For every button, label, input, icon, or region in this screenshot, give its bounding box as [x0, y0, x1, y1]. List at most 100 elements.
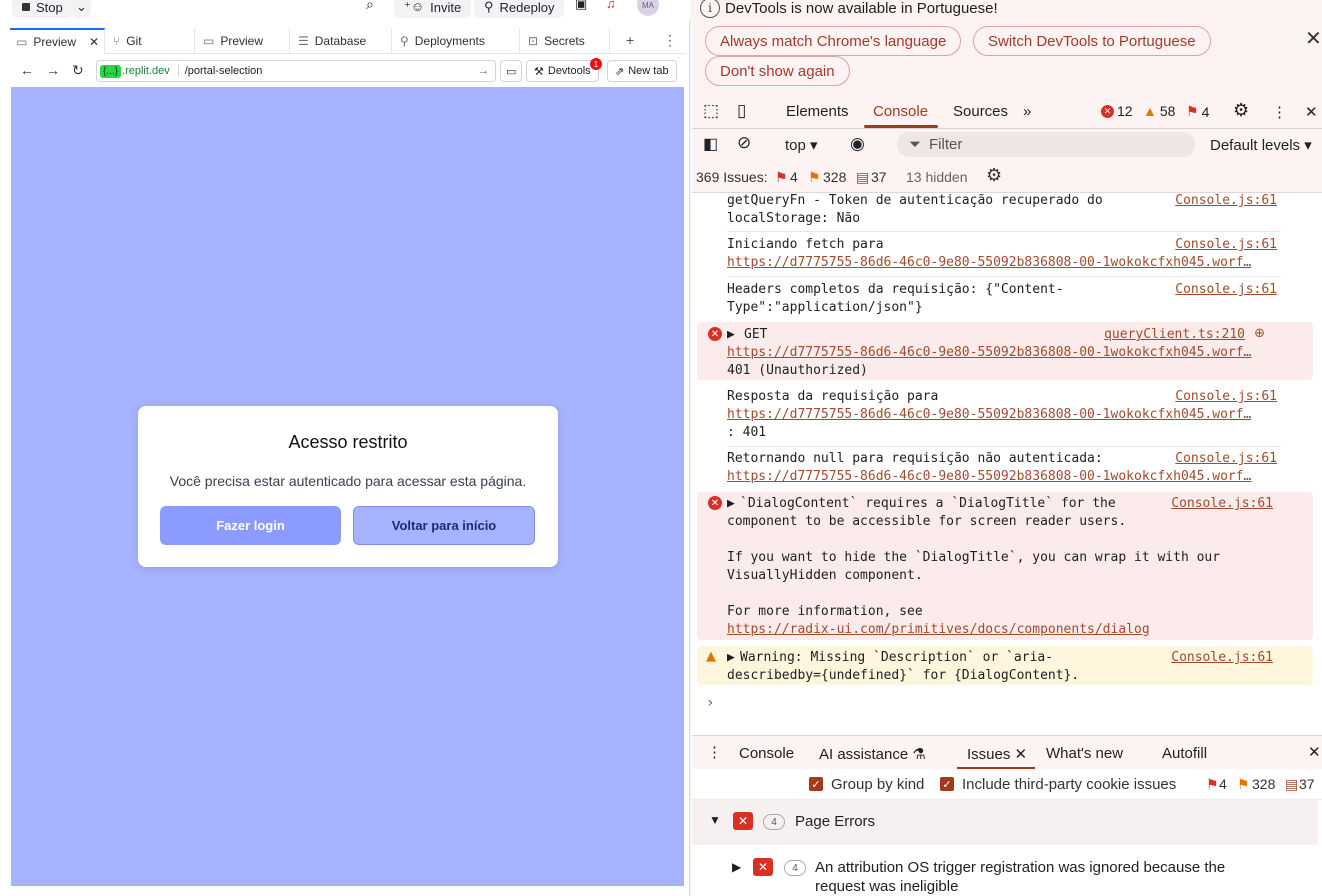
- third-party-checkbox[interactable]: ✓: [940, 777, 954, 791]
- more-vertical-icon[interactable]: ⋮: [1272, 103, 1287, 121]
- issue-item[interactable]: ▶ ✕ 4 An attribution OS trigger registra…: [692, 846, 1318, 896]
- tab-deployments[interactable]: ⚲ Deployments: [394, 28, 520, 54]
- invite-button[interactable]: ⁺☺ Invite: [394, 0, 472, 18]
- avatar[interactable]: MA: [637, 0, 659, 16]
- reload-icon[interactable]: ↻: [72, 62, 84, 79]
- sidebar-toggle-icon[interactable]: ◧: [703, 134, 718, 154]
- device-toolbar-icon[interactable]: ▯: [737, 101, 746, 121]
- url-input[interactable]: {...} .replit.dev /portal-selection →: [96, 60, 496, 82]
- message-url[interactable]: https://d7775755-86d6-46c0-9e80-55092b83…: [727, 255, 1282, 270]
- source-link[interactable]: Console.js:61: [1175, 193, 1277, 208]
- message-url[interactable]: https://radix-ui.com/primitives/docs/com…: [727, 622, 1282, 637]
- expand-triangle-icon[interactable]: ▶: [732, 860, 741, 874]
- expand-triangle-icon[interactable]: ▶: [727, 650, 735, 665]
- tab-label: Secrets: [544, 34, 585, 48]
- group-by-kind-checkbox[interactable]: ✓: [809, 777, 823, 791]
- source-link[interactable]: queryClient.ts:210: [1104, 327, 1245, 342]
- external-link-icon: ⇗: [615, 65, 625, 78]
- stop-button[interactable]: Stop: [12, 0, 73, 18]
- eye-icon[interactable]: ◉: [850, 134, 865, 154]
- tab-console[interactable]: Console: [873, 103, 928, 120]
- close-drawer-icon[interactable]: ✕: [1308, 743, 1321, 761]
- inspect-element-icon[interactable]: ⬚: [703, 101, 719, 121]
- page-errors-group[interactable]: ▼ ✕ 4 Page Errors: [692, 800, 1318, 845]
- copy-icon[interactable]: ▣: [575, 0, 587, 12]
- lock-icon: ⊡: [528, 34, 539, 48]
- message-url[interactable]: https://d7775755-86d6-46c0-9e80-55092b83…: [727, 469, 1282, 484]
- back-arrow-icon[interactable]: ←: [20, 62, 34, 78]
- more-vertical-icon[interactable]: ⋮: [707, 743, 722, 761]
- message-url[interactable]: https://d7775755-86d6-46c0-9e80-55092b83…: [727, 345, 1282, 360]
- tab-sources[interactable]: Sources: [953, 103, 1008, 120]
- drawer-tab-console[interactable]: Console: [739, 745, 794, 762]
- source-link[interactable]: Console.js:61: [1175, 237, 1277, 252]
- login-button[interactable]: Fazer login: [160, 506, 341, 545]
- devtools-badge: 1: [590, 58, 602, 70]
- message-text: 401 (Unauthorized): [727, 363, 868, 378]
- drawer-tab-issues[interactable]: Issues ✕: [967, 745, 1027, 763]
- issues-warnings[interactable]: 328: [823, 169, 846, 185]
- tab-label: Database: [314, 34, 367, 48]
- source-link[interactable]: Console.js:61: [1175, 451, 1277, 466]
- more-tabs-icon[interactable]: »: [1023, 103, 1031, 120]
- new-tab-plus-icon[interactable]: +: [626, 32, 634, 48]
- filter-input[interactable]: ⏷ Filter: [897, 132, 1195, 157]
- expand-chevron-icon[interactable]: ▼: [709, 813, 721, 827]
- clear-console-icon[interactable]: ⊘: [737, 133, 751, 153]
- close-icon[interactable]: ✕: [1305, 26, 1322, 51]
- bell-icon[interactable]: ♫: [606, 0, 616, 11]
- log-levels-dropdown[interactable]: Default levels ▾: [1210, 136, 1312, 154]
- monitor-icon: ▭: [506, 65, 517, 78]
- new-tab-button[interactable]: ⇗ New tab: [607, 60, 677, 82]
- issue-counter[interactable]: ⚑ 4: [1186, 103, 1209, 120]
- message-text: Resposta da requisição para: [727, 389, 939, 404]
- go-arrow-icon[interactable]: →: [478, 65, 489, 77]
- match-language-button[interactable]: Always match Chrome's language: [705, 26, 962, 56]
- issue-flag-icon: ⚑: [775, 169, 788, 185]
- network-request-icon[interactable]: ⊕: [1254, 326, 1265, 341]
- drawer-tab-whats-new[interactable]: What's new: [1046, 745, 1123, 762]
- group-count: 4: [763, 814, 785, 830]
- console-prompt-icon[interactable]: ›: [706, 695, 714, 711]
- tab-preview[interactable]: ▭ Preview: [197, 28, 290, 54]
- source-link[interactable]: Console.js:61: [1175, 282, 1277, 297]
- search-icon[interactable]: ⌕: [366, 0, 374, 13]
- settings-gear-icon[interactable]: ⚙: [986, 165, 1002, 186]
- close-icon[interactable]: ✕: [89, 35, 99, 49]
- tab-elements[interactable]: Elements: [786, 103, 849, 120]
- close-icon[interactable]: ✕: [1015, 746, 1028, 763]
- source-link[interactable]: Console.js:61: [1171, 496, 1273, 511]
- more-vertical-icon[interactable]: ⋮: [663, 32, 677, 49]
- redeploy-button[interactable]: ⚲ Redeploy: [474, 0, 565, 18]
- tab-preview-active[interactable]: ▭ Preview ✕: [10, 28, 105, 54]
- expand-triangle-icon[interactable]: ▶: [727, 327, 735, 342]
- drawer-tab-ai-assistance[interactable]: AI assistance ⚗: [819, 745, 926, 763]
- expand-triangle-icon[interactable]: ▶: [727, 496, 735, 511]
- issues-errors[interactable]: 4: [790, 169, 798, 185]
- console-messages: getQueryFn - Token de autenticação recup…: [692, 193, 1322, 735]
- screen-size-button[interactable]: ▭: [500, 60, 523, 82]
- warning-counter[interactable]: ▲ 58: [1143, 103, 1175, 119]
- back-home-button[interactable]: Voltar para início: [353, 506, 535, 545]
- forward-arrow-icon[interactable]: →: [46, 62, 60, 78]
- tab-label: Preview: [33, 35, 77, 49]
- settings-gear-icon[interactable]: ⚙: [1233, 100, 1249, 121]
- devtools-button[interactable]: ⚒ Devtools: [526, 60, 599, 82]
- drawer-tab-autofill[interactable]: Autofill: [1162, 745, 1207, 762]
- error-counter[interactable]: ✕ 12: [1101, 103, 1133, 119]
- hidden-count: 13 hidden: [906, 169, 968, 185]
- issues-info[interactable]: 37: [871, 169, 887, 185]
- tab-git[interactable]: ⑂ Git: [107, 28, 195, 54]
- dont-show-again-button[interactable]: Don't show again: [705, 56, 850, 86]
- context-selector[interactable]: top ▾: [785, 136, 818, 154]
- tab-database[interactable]: ☰ Database: [292, 28, 392, 54]
- close-devtools-icon[interactable]: ✕: [1305, 103, 1318, 121]
- stop-dropdown-button[interactable]: ⌄: [72, 0, 91, 18]
- source-link[interactable]: Console.js:61: [1175, 389, 1277, 404]
- message-url[interactable]: https://d7775755-86d6-46c0-9e80-55092b83…: [727, 407, 1282, 422]
- switch-language-button[interactable]: Switch DevTools to Portuguese: [973, 26, 1211, 56]
- stop-icon: [22, 3, 30, 11]
- invite-label: Invite: [430, 0, 462, 15]
- source-link[interactable]: Console.js:61: [1171, 650, 1273, 665]
- tab-secrets[interactable]: ⊡ Secrets: [522, 28, 610, 54]
